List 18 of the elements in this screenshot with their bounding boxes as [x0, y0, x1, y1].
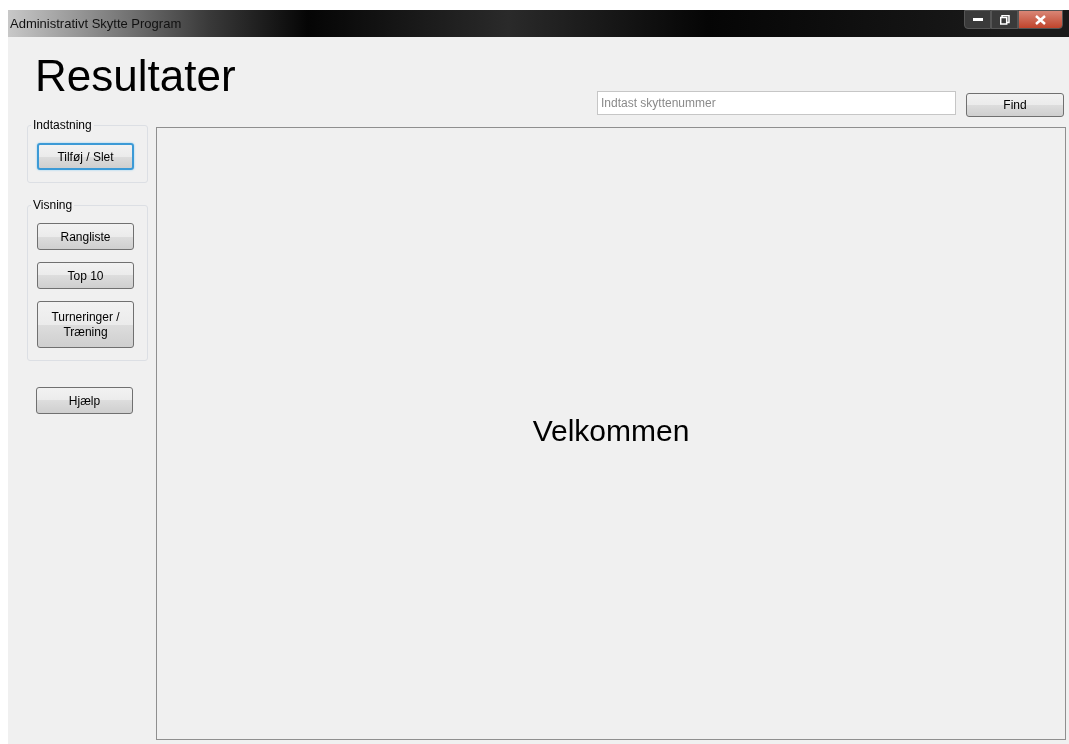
minimize-icon: [972, 18, 983, 21]
action-button[interactable]: Hjælp: [36, 387, 133, 414]
group-title: Visning: [31, 198, 75, 212]
action-button[interactable]: Turneringer / Træning: [37, 301, 134, 348]
action-button[interactable]: Tilføj / Slet: [37, 143, 134, 170]
find-button[interactable]: Find: [966, 93, 1064, 117]
close-button[interactable]: [1018, 10, 1063, 29]
window-title: Administrativt Skytte Program: [10, 14, 183, 33]
search-field[interactable]: Indtast skyttenummer: [597, 91, 956, 115]
minimize-button[interactable]: [964, 10, 991, 29]
close-icon: [1035, 14, 1046, 25]
restore-icon: [999, 14, 1010, 25]
welcome-message: Velkommen: [532, 413, 690, 449]
maximize-button[interactable]: [991, 10, 1018, 29]
group-title: Indtastning: [31, 118, 94, 132]
action-button[interactable]: Top 10: [37, 262, 134, 289]
page-heading: Resultater: [35, 50, 236, 102]
action-button[interactable]: Rangliste: [37, 223, 134, 250]
